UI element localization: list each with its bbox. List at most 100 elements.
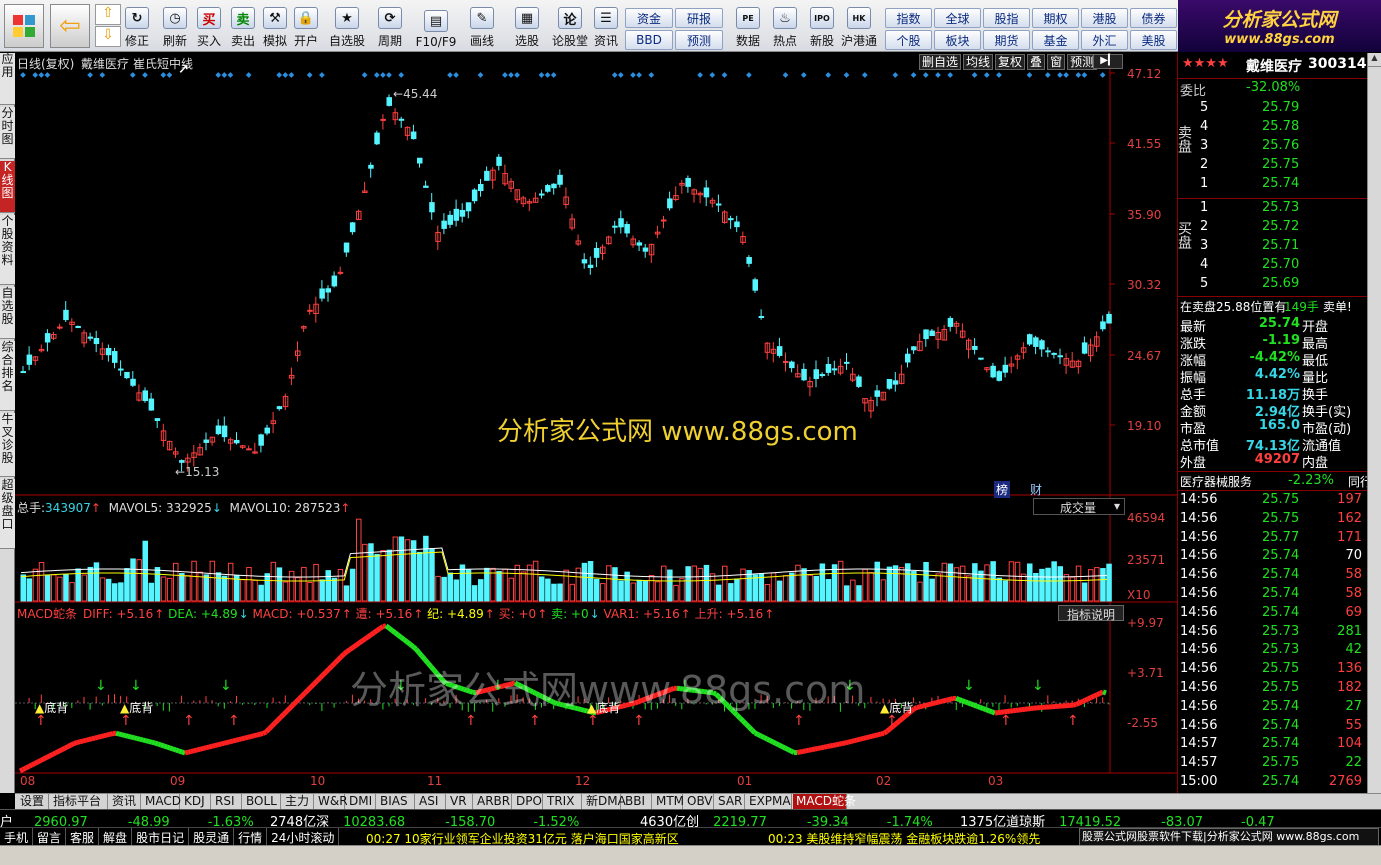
volume-type-dropdown[interactable]: 成交量 ▾ (1033, 498, 1125, 515)
sell-level[interactable]: 2 25.75 (1178, 156, 1368, 175)
toolbar-button-3[interactable]: 卖卖出 (227, 3, 259, 49)
buy-level[interactable]: 3 25.71 (1178, 237, 1368, 256)
chart-header-button-1[interactable]: 均线 (963, 54, 994, 70)
left-tab-5[interactable]: 综合排名 (0, 341, 15, 411)
indicator-tab-13[interactable]: ARBR (474, 794, 512, 809)
indicator-tab-1[interactable]: 指标平台 (50, 794, 108, 809)
indicator-tab-10[interactable]: BIAS (377, 794, 415, 809)
toolbar-button-14[interactable]: ♨ 热点 (768, 3, 802, 49)
toolbar-button-9[interactable]: ✎ 画线 (462, 3, 502, 49)
chart-header-button-4[interactable]: 窗 (1047, 54, 1066, 70)
indicator-tab-12[interactable]: VR (447, 794, 473, 809)
status-item-2[interactable]: 客服 (66, 828, 100, 846)
toolbar-button-12[interactable]: ☰ 资讯 (592, 3, 620, 49)
indicator-tab-11[interactable]: ASI (416, 794, 446, 809)
indicator-help-button[interactable]: 指标说明 (1058, 605, 1124, 622)
chart-header-button-3[interactable]: 叠 (1027, 54, 1046, 70)
left-tab-1[interactable]: 分时图 (0, 107, 15, 159)
indicator-tab-9[interactable]: DMI (346, 794, 376, 809)
indicator-tab-17[interactable]: BBI (622, 794, 652, 809)
indicator-tab-19[interactable]: OBV (684, 794, 714, 809)
toolbar-button-6[interactable]: ★ 自选股 (328, 3, 366, 49)
indicator-tab-4[interactable]: KDJ (181, 794, 211, 809)
toolbar-button-5[interactable]: 🔒 开户 (291, 3, 321, 49)
indicator-tab-7[interactable]: 主力 (282, 794, 314, 809)
arrow-up-icon[interactable]: ⇧ (95, 4, 121, 25)
market-button-0[interactable]: 指数 (885, 8, 932, 28)
toolbar-button-8[interactable]: ▤ F10/F9 (414, 3, 458, 49)
sell-level[interactable]: 1 25.74 (1178, 175, 1368, 194)
toolbar-grid1-3[interactable]: 预测 (675, 30, 723, 50)
status-item-5[interactable]: 股灵通 (189, 828, 235, 846)
scroll-up-icon[interactable]: ▲ (1368, 53, 1381, 67)
sell-level[interactable]: 4 25.78 (1178, 118, 1368, 137)
scrollbar[interactable]: ▲ (1367, 53, 1381, 793)
left-tab-2[interactable]: K线图 (0, 161, 15, 213)
toolbar-grid1-2[interactable]: BBD (625, 30, 673, 50)
buy-level[interactable]: 4 25.70 (1178, 256, 1368, 275)
market-button-9[interactable]: 基金 (1032, 30, 1079, 50)
back-button[interactable]: ⇦ (50, 4, 90, 48)
app-menu-button[interactable] (4, 4, 44, 48)
indicator-tab-21[interactable]: EXPMA (746, 794, 792, 809)
toolbar-button-10[interactable]: ▦ 选股 (508, 3, 546, 49)
toolbar-button-2[interactable]: 买买入 (193, 3, 225, 49)
finance-tag[interactable]: 财 (1030, 481, 1042, 498)
left-tab-3[interactable]: 个股资料 (0, 215, 15, 285)
indicator-tab-8[interactable]: W&R (315, 794, 348, 809)
toolbar-button-0[interactable]: ↻ 修正 (120, 3, 154, 49)
indicator-tab-2[interactable]: 资讯 (109, 794, 141, 809)
market-button-8[interactable]: 期货 (983, 30, 1030, 50)
arrow-down-icon[interactable]: ⇩ (95, 26, 121, 47)
rank-tag[interactable]: 榜 (994, 481, 1011, 498)
sell-level[interactable]: 5 25.79 (1178, 99, 1368, 118)
left-tab-4[interactable]: 自选股 (0, 287, 15, 339)
status-item-7[interactable]: 24小时滚动 (267, 828, 340, 846)
market-button-1[interactable]: 全球 (934, 8, 981, 28)
promo-box[interactable]: 股票公式网股票软件下载|分析家公式网 www.88gs.com (1079, 828, 1379, 846)
market-button-6[interactable]: 个股 (885, 30, 932, 50)
toolbar-button-15[interactable]: IPO 新股 (805, 3, 839, 49)
chart-header-button-0[interactable]: 删自选 (919, 54, 962, 70)
toolbar-button-1[interactable]: ◷ 刷新 (158, 3, 192, 49)
indicator-tab-22[interactable]: MACD蛇条 (793, 794, 856, 809)
status-item-6[interactable]: 行情 (234, 828, 268, 846)
market-button-4[interactable]: 港股 (1081, 8, 1128, 28)
indicator-tab-3[interactable]: MACD (142, 794, 181, 809)
sell-level[interactable]: 3 25.76 (1178, 137, 1368, 156)
market-button-3[interactable]: 期权 (1032, 8, 1079, 28)
toolbar-button-13[interactable]: PE 数据 (731, 3, 765, 49)
left-tab-7[interactable]: 超级盘口 (0, 479, 15, 549)
indicator-tab-15[interactable]: TRIX (544, 794, 582, 809)
toolbar-button-16[interactable]: HK 沪港通 (840, 3, 878, 49)
kline-chart-area[interactable]: ↑ ↑ ↑ ↑ ↑ ↑ ↑ ↑ ↑ ↑ ↑ ↑ ↓ ↓ ↓ ↓ ↓ ↓ ↓ ↓ ↓ 日线(复权) 戴维医疗 崔氏短中线 … (15, 53, 1177, 793)
toolbar-button-4[interactable]: ⚒ 模拟 (260, 3, 290, 49)
left-tab-6[interactable]: 牛叉诊股 (0, 413, 15, 477)
status-item-1[interactable]: 留言 (33, 828, 67, 846)
indicator-tab-18[interactable]: MTM (653, 794, 684, 809)
indicator-tab-6[interactable]: BOLL (243, 794, 281, 809)
toolbar-grid1-0[interactable]: 资金 (625, 8, 673, 28)
indicator-tab-5[interactable]: RSI (212, 794, 242, 809)
buy-level[interactable]: 2 25.72 (1178, 218, 1368, 237)
indicator-tab-0[interactable]: 设置 (17, 794, 49, 809)
chart-header-button-2[interactable]: 复权 (995, 54, 1026, 70)
status-item-3[interactable]: 解盘 (99, 828, 133, 846)
indicator-tab-16[interactable]: 新DMA (583, 794, 626, 809)
market-button-11[interactable]: 美股 (1130, 30, 1177, 50)
toolbar-button-11[interactable]: 论论股堂 (552, 3, 588, 49)
toolbar-button-7[interactable]: ⟳ 周期 (370, 3, 410, 49)
chart-menu-arrow-icon[interactable]: ▶▎ (1093, 54, 1123, 69)
status-item-0[interactable]: 手机 (0, 828, 34, 846)
buy-level[interactable]: 1 25.73 (1178, 199, 1368, 218)
market-button-5[interactable]: 债券 (1130, 8, 1177, 28)
sector-row[interactable]: 医疗器械服务 -2.23% 同行 (1178, 471, 1372, 490)
market-button-2[interactable]: 股指 (983, 8, 1030, 28)
toolbar-grid1-1[interactable]: 研报 (675, 8, 723, 28)
status-item-4[interactable]: 股市日记 (132, 828, 190, 846)
left-tab-0[interactable]: 应用 (0, 53, 15, 105)
market-button-7[interactable]: 板块 (934, 30, 981, 50)
indicator-tab-14[interactable]: DPO (513, 794, 543, 809)
market-button-10[interactable]: 外汇 (1081, 30, 1128, 50)
indicator-tab-20[interactable]: SAR (715, 794, 745, 809)
